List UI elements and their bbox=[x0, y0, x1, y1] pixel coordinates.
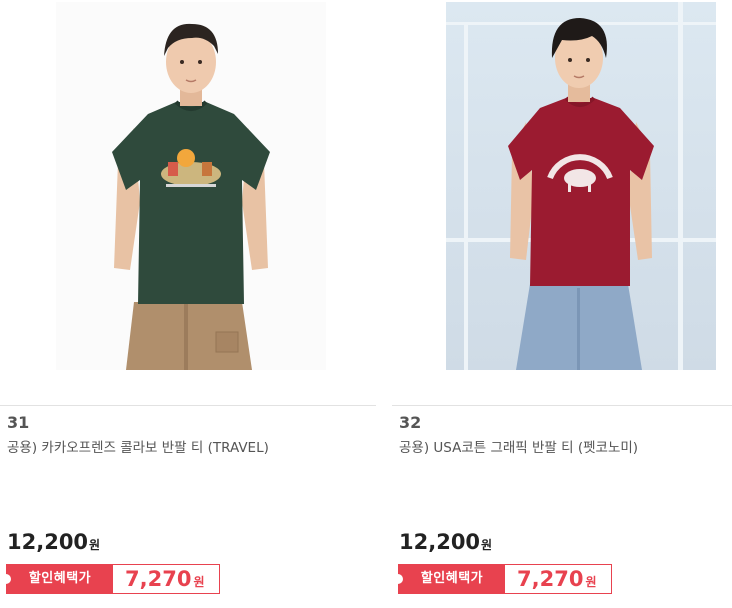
model-photo bbox=[56, 2, 326, 370]
rank-number: 32 bbox=[399, 413, 422, 432]
product-title[interactable]: 공용) 카카오프렌즈 콜라보 반팔 티 (TRAVEL) bbox=[7, 436, 269, 456]
price-value: 12,200 bbox=[399, 530, 481, 554]
discount-label: 할인혜택가 bbox=[399, 565, 505, 593]
product-price: 12,200원 bbox=[7, 530, 100, 554]
tag-notch bbox=[1, 574, 11, 584]
discount-price-currency: 원 bbox=[193, 575, 205, 589]
price-currency: 원 bbox=[481, 538, 493, 552]
discount-price-box: 할인혜택가 7,270 원 bbox=[1, 564, 220, 596]
price-currency: 원 bbox=[89, 538, 101, 552]
product-card[interactable]: 32 공용) USA코튼 그래픽 반팔 티 (펫코노미) 12,200원 할인혜… bbox=[392, 0, 732, 608]
product-price: 12,200원 bbox=[399, 530, 492, 554]
product-card[interactable]: 31 공용) 카카오프렌즈 콜라보 반팔 티 (TRAVEL) 12,200원 … bbox=[0, 0, 376, 608]
product-image[interactable] bbox=[56, 2, 326, 370]
discount-label: 할인혜택가 bbox=[7, 565, 113, 593]
discount-price-currency: 원 bbox=[585, 575, 597, 589]
discount-price-box: 할인혜택가 7,270 원 bbox=[393, 564, 612, 596]
discount-price-value: 7,270 bbox=[125, 567, 192, 591]
product-title[interactable]: 공용) USA코튼 그래픽 반팔 티 (펫코노미) bbox=[399, 436, 638, 456]
card-divider bbox=[392, 405, 732, 406]
discount-price: 7,270 원 bbox=[517, 565, 596, 596]
model-photo bbox=[446, 2, 716, 370]
card-divider bbox=[0, 405, 376, 406]
tag-notch bbox=[393, 574, 403, 584]
price-value: 12,200 bbox=[7, 530, 89, 554]
discount-price-value: 7,270 bbox=[517, 567, 584, 591]
rank-number: 31 bbox=[7, 413, 30, 432]
discount-price: 7,270 원 bbox=[125, 565, 204, 596]
product-image[interactable] bbox=[446, 2, 716, 370]
